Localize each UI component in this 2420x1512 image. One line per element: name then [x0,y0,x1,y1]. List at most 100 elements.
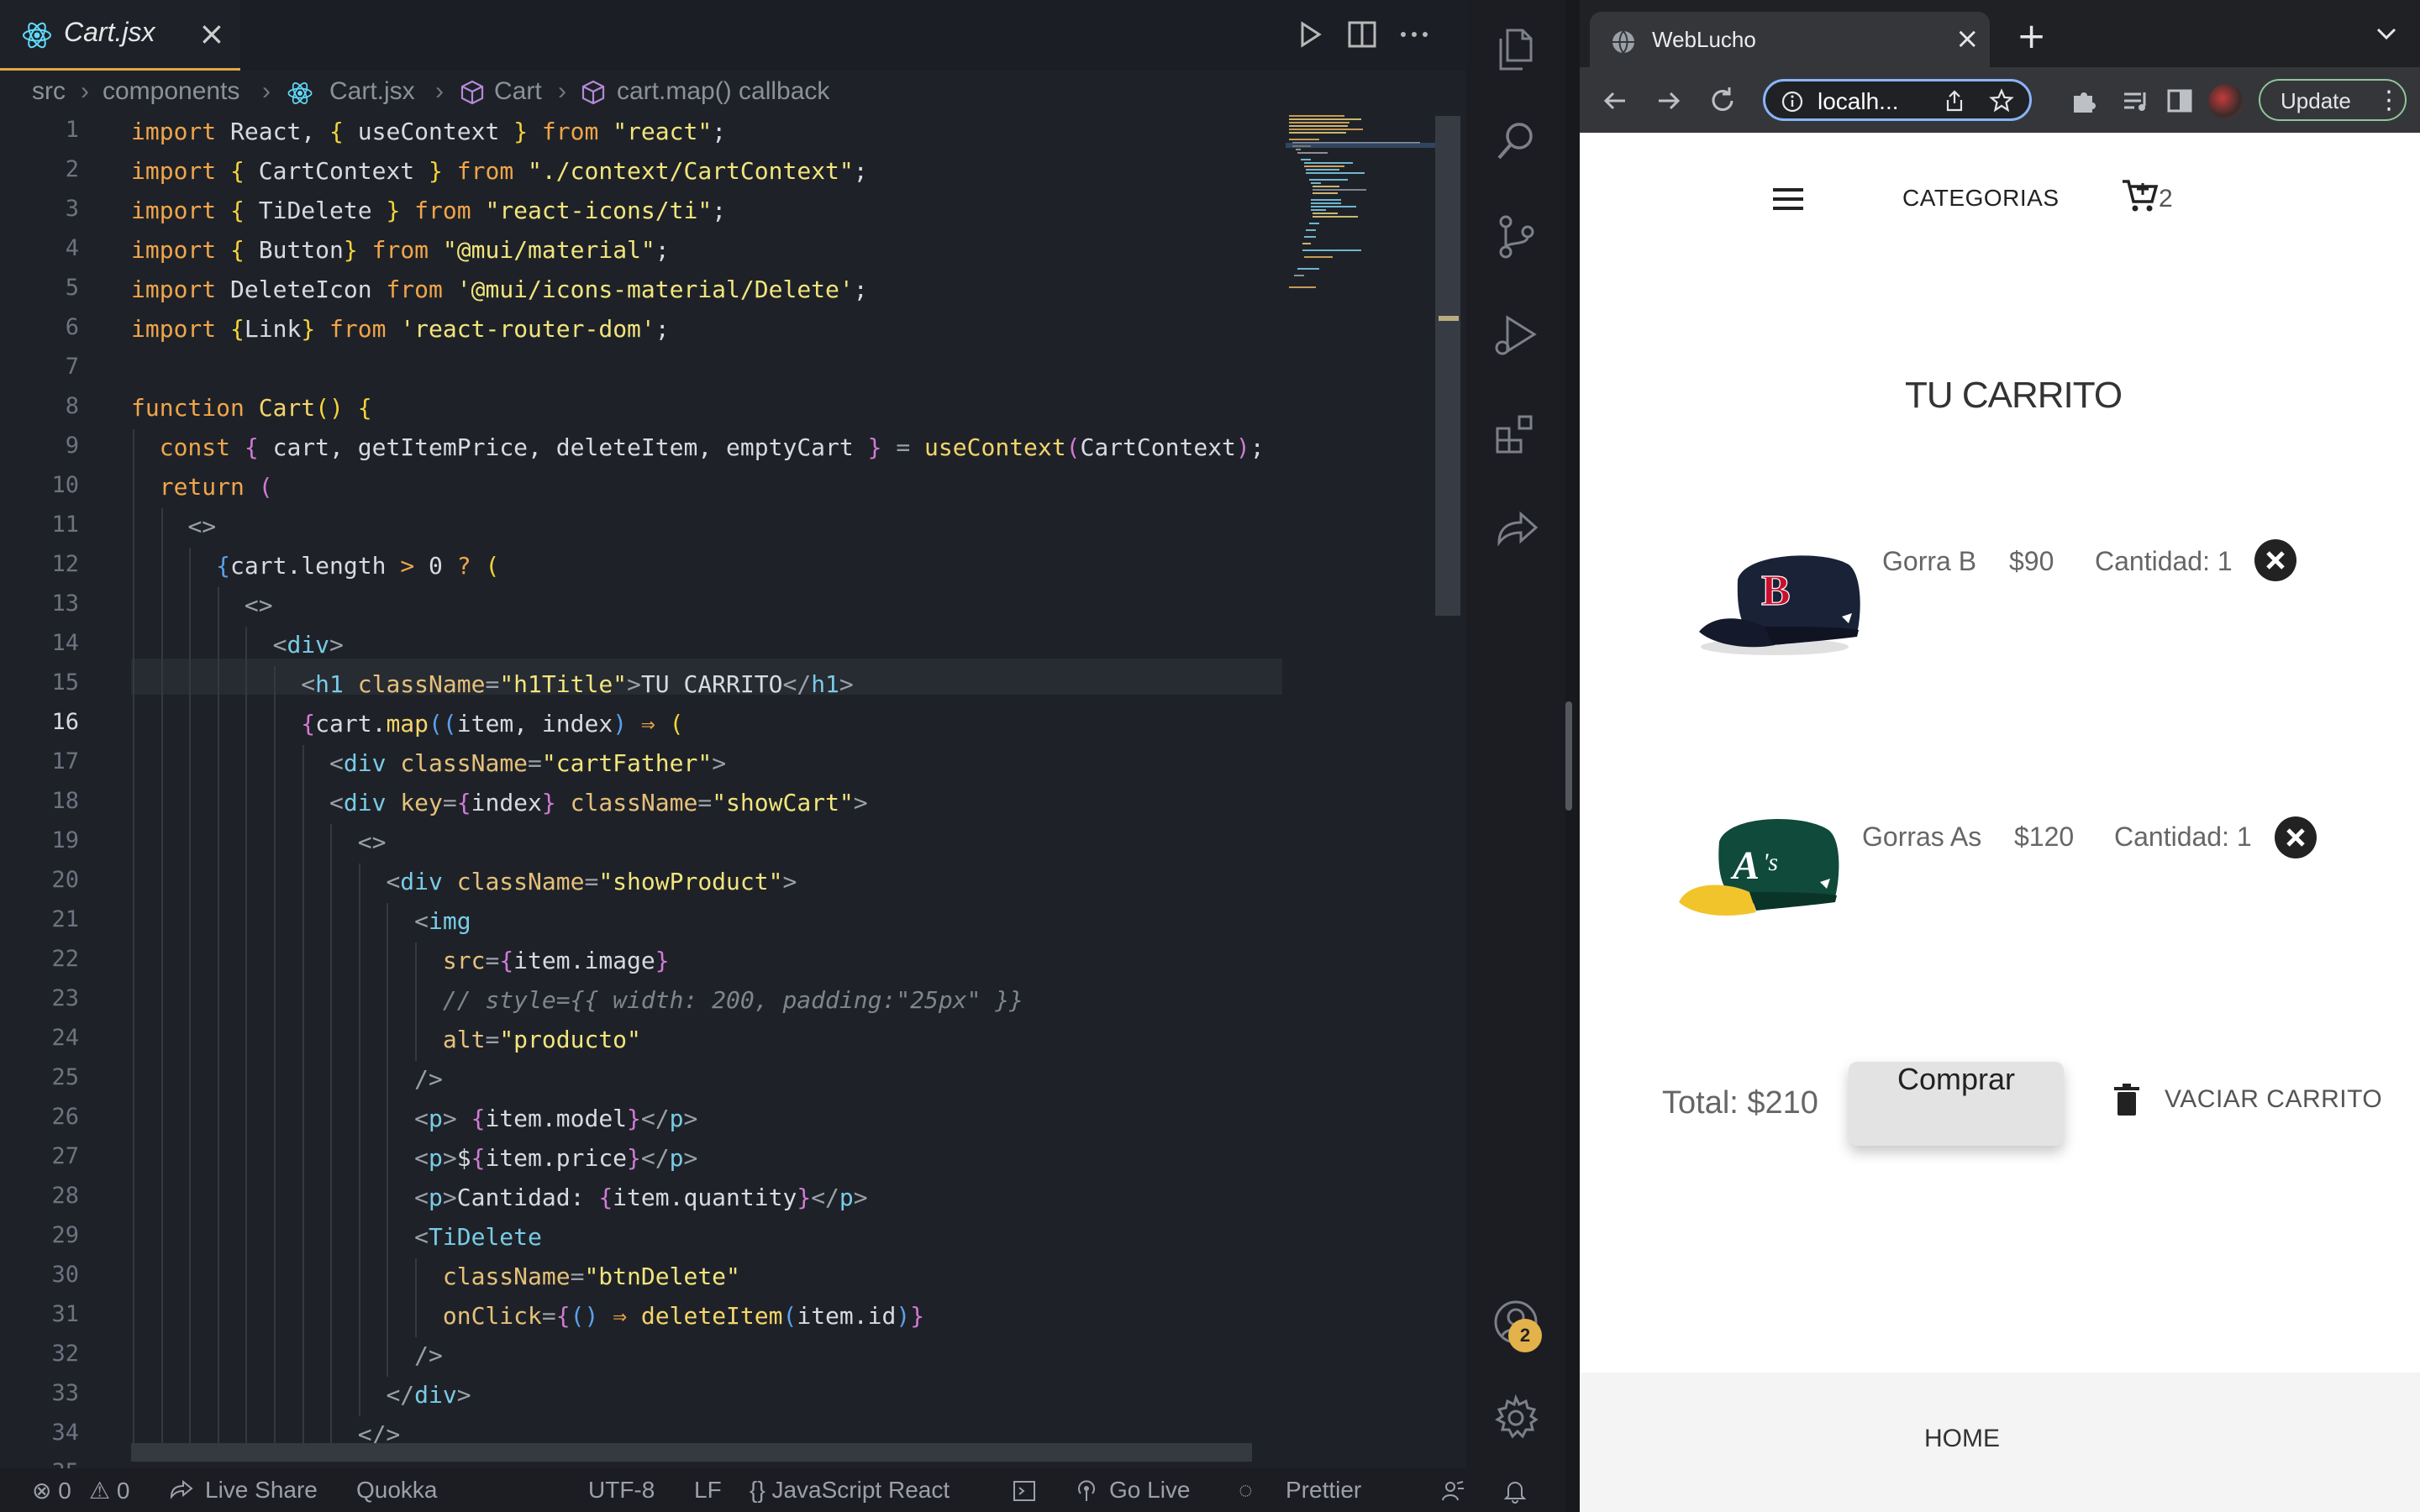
hamburger-menu-icon[interactable] [1771,185,1805,213]
code-line[interactable]: </div> [131,1377,471,1413]
terminal-icon[interactable] [1012,1478,1037,1504]
update-button[interactable]: Update ⋮ [2259,79,2407,121]
code-line[interactable]: <p>Cantidad: {item.quantity}</p> [131,1179,867,1215]
code-line[interactable]: import DeleteIcon from '@mui/icons-mater… [131,271,868,307]
breadcrumb-symbol[interactable]: Cart [494,77,542,106]
bookmark-star-icon[interactable] [1989,88,2014,113]
feedback-icon[interactable] [1440,1478,1465,1504]
forward-arrow-icon[interactable] [1652,84,1686,118]
code-line[interactable]: <div className="cartFather"> [131,745,726,781]
live-share-icon [170,1479,193,1499]
extensions-puzzle-icon[interactable] [2067,84,2101,118]
line-number: 1 [65,117,79,143]
code-line[interactable]: function Cart() { [131,390,372,426]
code-line[interactable]: import { TiDelete } from "react-icons/ti… [131,192,726,228]
footer-home-link[interactable]: HOME [1924,1425,2000,1453]
code-token: } [627,1144,641,1172]
code-line[interactable]: <p>${item.price}</p> [131,1140,697,1176]
code-line[interactable]: <> [131,824,387,860]
code-area[interactable]: import React, { useContext } from "react… [131,113,1282,1457]
chevron-down-icon[interactable] [2370,17,2403,50]
code-line[interactable]: import React, { useContext } from "react… [131,113,726,150]
code-line[interactable]: /> [131,1337,443,1373]
tab-cart-jsx[interactable]: Cart.jsx × [0,0,240,71]
code-line[interactable]: <> [131,508,216,544]
kebab-menu-icon[interactable]: ⋮ [2376,86,2402,115]
code-line[interactable]: onClick={() ⇒ deleteItem(item.id)} [131,1298,924,1334]
side-panel-icon[interactable] [2163,84,2196,118]
code-line[interactable]: import {Link} from 'react-router-dom'; [131,311,670,347]
settings-gear-icon[interactable] [1491,1393,1541,1443]
code-line[interactable]: return ( [131,469,273,505]
new-tab-icon[interactable]: + [2017,15,2046,56]
encoding-selector[interactable]: UTF-8 [588,1477,655,1504]
shopping-cart-icon[interactable] [2120,176,2159,215]
code-line[interactable]: <img [131,903,471,939]
code-line[interactable]: const { cart, getItemPrice, deleteItem, … [131,429,1265,465]
code-token: < [414,907,429,935]
split-drag-handle[interactable] [1565,701,1572,811]
page-title: TU CARRITO [1905,375,2123,416]
more-actions-icon[interactable] [1397,17,1432,52]
code-line[interactable]: <div key={index} className="showCart"> [131,785,868,821]
code-line[interactable]: <> [131,587,273,623]
nav-categorias[interactable]: CATEGORIAS [1902,185,2060,212]
delete-item-icon[interactable] [2275,816,2317,858]
source-control-icon[interactable] [1491,212,1541,262]
back-arrow-icon[interactable] [1598,84,1632,118]
breadcrumb-file[interactable]: Cart.jsx [329,77,415,106]
code-token: } [343,236,372,264]
code-line[interactable]: {cart.map((item, index) ⇒ ( [131,706,683,742]
code-token: className [442,1263,571,1290]
go-live-button[interactable]: Go Live [1109,1477,1191,1504]
code-line[interactable]: className="btnDelete" [131,1258,740,1294]
code-line[interactable]: alt="producto" [131,1021,641,1058]
breadcrumb-components[interactable]: components [103,77,239,106]
code-line[interactable]: <div className="showProduct"> [131,864,797,900]
media-queue-icon[interactable] [2119,84,2153,118]
run-debug-icon[interactable] [1491,309,1541,360]
split-editor-icon[interactable] [1344,17,1380,52]
browser-tab-weblucho[interactable]: WebLucho × [1590,12,1990,71]
share-icon[interactable] [1942,88,1967,113]
reload-icon[interactable] [1706,84,1739,118]
vertical-scrollbar[interactable] [1435,116,1460,616]
extensions-icon[interactable] [1491,408,1541,459]
code-token: </ [386,1381,415,1409]
breadcrumb-src[interactable]: src [32,77,66,106]
code-token: > [712,749,727,777]
explorer-icon[interactable] [1491,24,1541,74]
profile-avatar[interactable] [2208,84,2244,119]
code-line[interactable]: <TiDelete [131,1219,542,1255]
breadcrumb-callback[interactable]: cart.map() callback [617,77,829,106]
address-bar[interactable]: localh... [1763,79,2032,121]
search-icon[interactable] [1491,116,1541,166]
code-line[interactable]: <p> {item.model}</p> [131,1100,697,1137]
notifications-bell-icon[interactable] [1502,1478,1528,1504]
run-icon[interactable] [1292,17,1328,52]
errors-count[interactable]: ⊗ 0 [32,1477,71,1504]
live-share-icon[interactable] [1491,506,1541,556]
language-mode-selector[interactable]: {} JavaScript React [750,1477,950,1504]
code-line[interactable]: // style={{ width: 200, padding:"25px" }… [131,982,1023,1018]
close-icon[interactable]: × [198,15,225,52]
eol-selector[interactable]: LF [694,1477,722,1504]
buy-button[interactable]: Comprar [1849,1062,2064,1146]
prettier-button[interactable]: Prettier [1286,1477,1361,1504]
close-tab-icon[interactable]: × [1955,22,1980,55]
code-line[interactable]: src={item.image} [131,942,670,979]
code-line[interactable]: import { Button} from "@mui/material"; [131,232,670,268]
code-line[interactable]: {cart.length > 0 ? ( [131,548,499,584]
delete-item-icon[interactable] [2254,539,2296,581]
code-line[interactable]: <div> [131,627,344,663]
warnings-count[interactable]: ⚠ 0 [89,1477,129,1504]
minimap[interactable] [1286,109,1437,336]
code-line[interactable]: /> [131,1061,443,1097]
live-share-button[interactable]: Live Share [205,1477,318,1504]
code-line[interactable]: <h1 className="h1Title">TU CARRITO</h1> [131,666,853,702]
quokka-button[interactable]: Quokka [356,1477,438,1504]
horizontal-scrollbar[interactable] [131,1443,1252,1462]
site-info-icon[interactable] [1781,90,1804,113]
code-line[interactable]: import { CartContext } from "./context/C… [131,153,868,189]
